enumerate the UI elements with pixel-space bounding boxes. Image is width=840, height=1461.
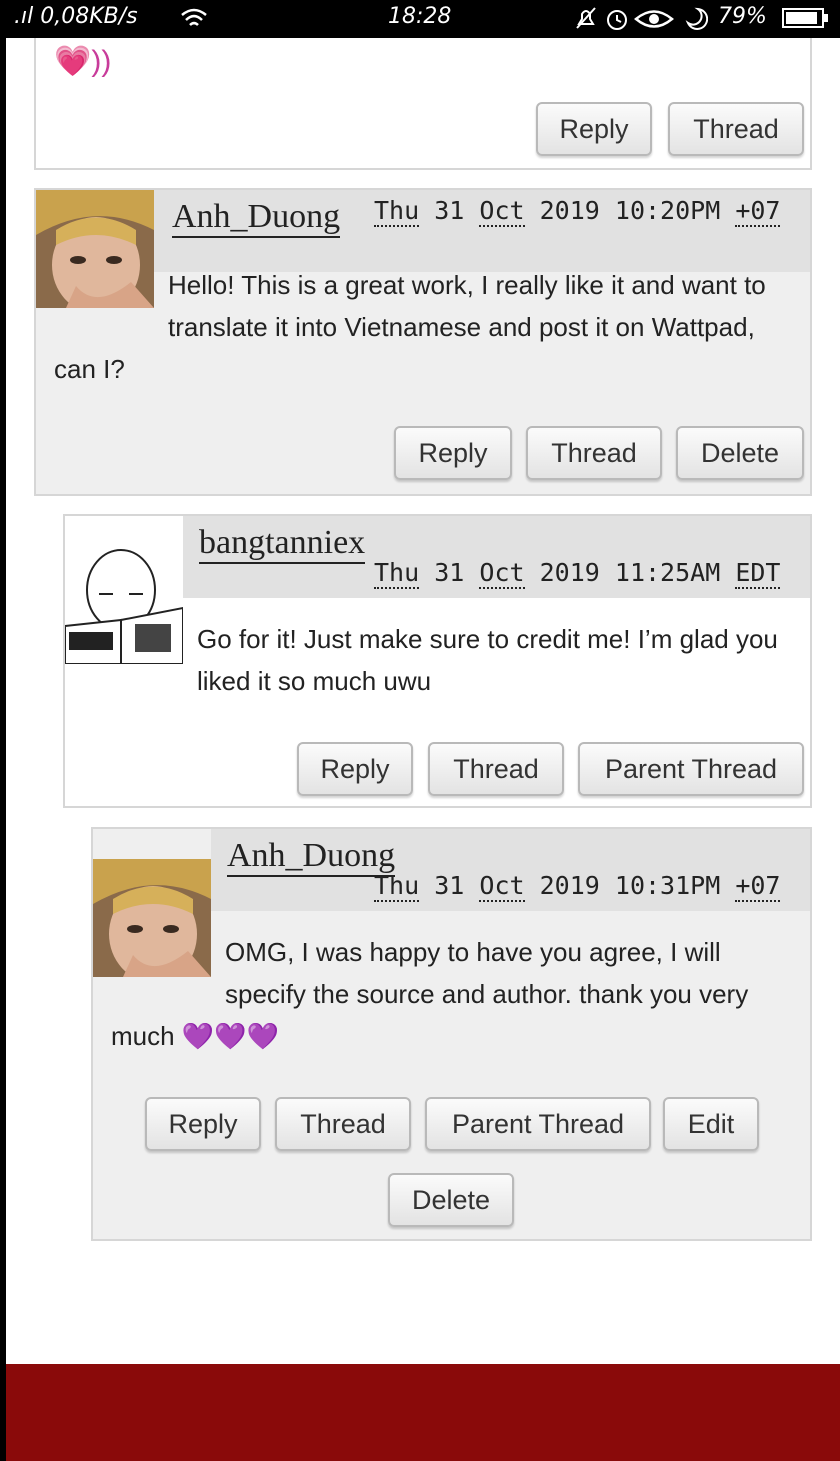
comment-date: Thu 31 Oct 2019 10:31PM +07 [374,871,781,902]
parent-thread-button[interactable]: Parent Thread [578,742,804,796]
clock: 18:28 [388,4,452,29]
comment-username[interactable]: Anh_Duong [227,837,396,877]
comment-card: bangtanniex Thu 31 Oct 2019 11:25AM EDT … [63,514,812,808]
parent-thread-button[interactable]: Parent Thread [425,1097,651,1151]
site-footer [6,1364,840,1461]
reply-button[interactable]: Reply [145,1097,261,1151]
thread-button[interactable]: Thread [275,1097,411,1151]
comment-date: Thu 31 Oct 2019 10:20PM +07 [374,196,781,227]
thread-button[interactable]: Thread [668,102,804,156]
mute-icon [576,7,596,29]
comment-body: Go for it! Just make sure to credit me! … [197,624,778,696]
network-speed: .ıl 0,08KB/s [14,4,138,29]
comment-card-previous: 💗)) Reply Thread [34,38,812,170]
edit-button[interactable]: Edit [663,1097,759,1151]
comment-body-fragment: 💗)) [54,45,112,78]
comment-body: OMG, I was happy to have you agree, I wi… [111,937,749,1051]
reply-button[interactable]: Reply [297,742,413,796]
battery-icon [782,8,828,28]
battery-level: 79% [718,4,767,29]
comment-username[interactable]: Anh_Duong [172,198,341,238]
delete-button[interactable]: Delete [388,1173,514,1227]
wifi-icon [181,8,207,26]
moon-icon [685,7,708,30]
reply-button[interactable]: Reply [394,426,512,480]
page: 💗)) Reply Thread Anh_Duong Thu 31 Oct 20… [6,38,840,1461]
comment-card: Anh_Duong Thu 31 Oct 2019 10:20PM +07 He… [34,188,812,496]
comment-date: Thu 31 Oct 2019 11:25AM EDT [374,558,781,589]
avatar[interactable] [65,546,183,664]
thread-button[interactable]: Thread [526,426,662,480]
reply-button[interactable]: Reply [536,102,652,156]
delete-button[interactable]: Delete [676,426,804,480]
comment-username[interactable]: bangtanniex [199,524,366,564]
comment-body: Hello! This is a great work, I really li… [54,270,766,384]
thread-button[interactable]: Thread [428,742,564,796]
alarm-icon [607,10,627,30]
status-bar: .ıl 0,08KB/s 18:28 79% [0,0,840,38]
eye-icon [634,10,674,28]
comment-card: Anh_Duong Thu 31 Oct 2019 10:31PM +07 OM… [91,827,812,1241]
